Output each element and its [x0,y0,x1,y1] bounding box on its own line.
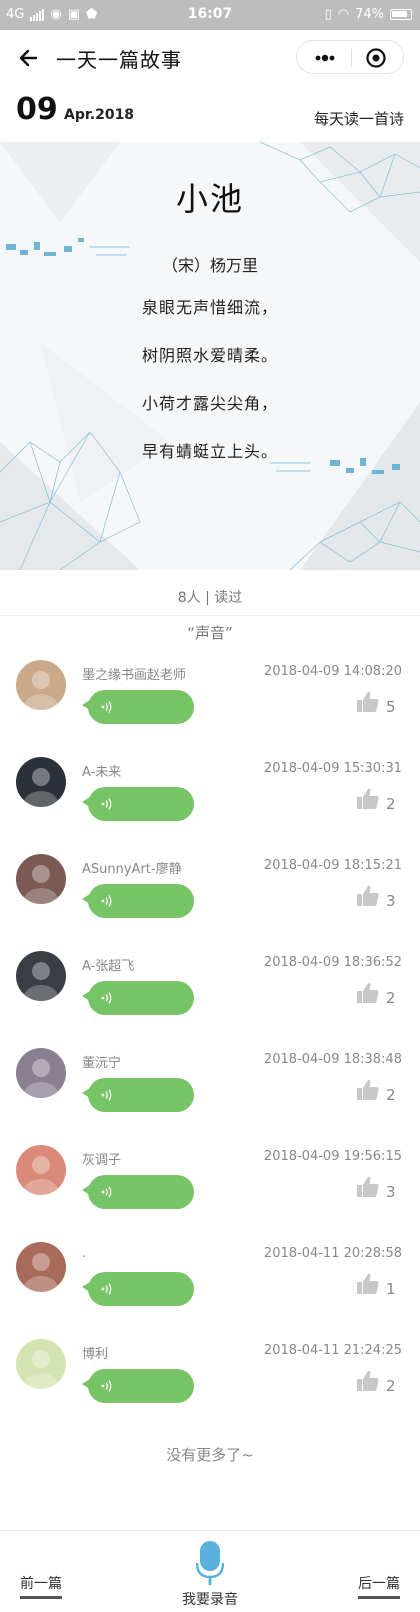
thumbs-up-icon[interactable] [356,981,380,1005]
voice-wave-icon [101,1186,112,1198]
comment-timestamp: 2018-04-11 21:24:25 [263,1343,402,1358]
nav-bar: 一天一篇故事 [0,30,420,86]
avatar[interactable] [16,854,66,904]
like-count: 2 [386,989,396,1007]
daily-poem-label: 每天读一首诗 [313,110,404,128]
voice-wave-icon [101,798,112,810]
comment-timestamp: 2018-04-11 20:28:58 [263,1246,402,1261]
like-count: 1 [386,1280,396,1298]
date-month-year: Apr.2018 [64,107,135,123]
avatar[interactable] [16,1048,66,1098]
poem-title: 小池 [175,180,244,218]
voice-message-bubble[interactable] [82,787,194,821]
comment-timestamp: 2018-04-09 19:56:15 [263,1149,402,1164]
voice-wave-icon [101,1283,112,1295]
more-dots-icon[interactable] [311,47,339,69]
comment-item: 灰调子 2018-04-09 19:56:15 3 [0,1145,420,1242]
voice-message-bubble[interactable] [82,981,194,1015]
avatar[interactable] [16,757,66,807]
comment-timestamp: 2018-04-09 14:08:20 [263,664,402,679]
comment-timestamp: 2018-04-09 15:30:31 [263,761,402,776]
avatar[interactable] [16,660,66,710]
voice-message-bubble[interactable] [82,1369,194,1403]
commenter-name: ASunnyArt-廖静 [82,862,182,877]
voice-wave-icon [101,895,112,907]
battery-percent: 74% [355,7,384,22]
like-count: 2 [386,1377,396,1395]
wifi-icon: ◠ [337,7,350,22]
commenter-name: . [82,1246,87,1261]
voices-section-title: “声音” [187,624,233,642]
voice-wave-icon [101,1380,112,1392]
poem-card: 小池 （宋）杨万里 泉眼无声惜细流， 树阴照水爱晴柔。 小荷才露尖尖角， 早有蜻… [0,142,420,570]
comment-item: 博利 2018-04-11 21:24:25 2 [0,1339,420,1436]
date-header: 09 Apr.2018 每天读一首诗 [0,86,420,142]
next-article-button[interactable]: 后一篇 [358,1573,400,1599]
avatar[interactable] [16,1242,66,1292]
voice-message-bubble[interactable] [82,1078,194,1112]
thumbs-up-icon[interactable] [356,884,380,908]
commenter-name: 董沅宁 [82,1056,122,1071]
thumbs-up-icon[interactable] [356,1175,380,1199]
commenter-name: 灰调子 [82,1153,122,1168]
voice-message-bubble[interactable] [82,690,194,724]
no-more-text: 没有更多了~ [166,1446,254,1464]
thumbs-up-icon[interactable] [356,1078,380,1102]
vibrate-icon: ▯ [324,7,332,22]
commenter-name: A-未来 [82,765,122,780]
like-count: 3 [386,1183,396,1201]
voice-wave-icon [101,1089,112,1101]
voice-wave-icon [101,992,112,1004]
status-right: ▯ ◠ 74% [325,7,412,22]
previous-article-button[interactable]: 前一篇 [20,1573,62,1599]
thumbs-up-icon[interactable] [356,1272,380,1296]
battery-icon [390,9,412,20]
page-title: 一天一篇故事 [56,48,182,72]
comment-item: A-张超飞 2018-04-09 18:36:52 2 [0,951,420,1048]
comment-item: ASunnyArt-廖静 2018-04-09 18:15:21 3 [0,854,420,951]
voice-message-bubble[interactable] [82,1272,194,1306]
commenter-name: 博利 [82,1347,109,1362]
read-count: 8人 | 读过 [0,580,420,616]
comment-item: 董沅宁 2018-04-09 18:38:48 2 [0,1048,420,1145]
mini-program-capsule [296,40,404,74]
comment-timestamp: 2018-04-09 18:36:52 [263,955,402,970]
poem-author: （宋）杨万里 [161,256,258,275]
commenter-name: A-张超飞 [82,959,135,974]
thumbs-up-icon[interactable] [356,1369,380,1393]
like-count: 3 [386,892,396,910]
status-bar: 4G ◉ ▣ ⬟ 16:07 ▯ ◠ 74% [0,0,420,30]
back-arrow-icon[interactable] [16,43,46,73]
commenter-name: 墨之缘书画赵老师 [82,668,187,683]
date-day: 09 [16,92,58,127]
poem-line: 早有蜻蜓立上头。 [141,442,278,461]
bottom-toolbar: 前一篇 我要录音 后一篇 [0,1530,420,1612]
voice-wave-icon [101,701,112,713]
record-button[interactable]: 我要录音 [160,1535,260,1612]
record-button-label: 我要录音 [182,1592,238,1608]
microphone-icon [196,1541,224,1585]
comment-item: . 2018-04-11 20:28:58 1 [0,1242,420,1339]
comment-timestamp: 2018-04-09 18:38:48 [263,1052,402,1067]
thumbs-up-icon[interactable] [356,787,380,811]
like-count: 5 [386,698,396,716]
poem-line: 小荷才露尖尖角， [141,394,278,413]
like-count: 2 [386,1086,396,1104]
comment-item: A-未来 2018-04-09 15:30:31 2 [0,757,420,854]
comment-item: 墨之缘书画赵老师 2018-04-09 14:08:20 5 [0,660,420,757]
capsule-divider [351,49,352,67]
thumbs-up-icon[interactable] [356,690,380,714]
like-count: 2 [386,795,396,813]
voice-message-bubble[interactable] [82,1175,194,1209]
comment-timestamp: 2018-04-09 18:15:21 [263,858,402,873]
avatar[interactable] [16,1145,66,1195]
poem-line: 树阴照水爱晴柔。 [141,346,278,365]
poem-line: 泉眼无声惜细流， [141,298,278,317]
avatar[interactable] [16,951,66,1001]
avatar[interactable] [16,1339,66,1389]
close-target-icon[interactable] [363,47,389,69]
voice-message-bubble[interactable] [82,884,194,918]
